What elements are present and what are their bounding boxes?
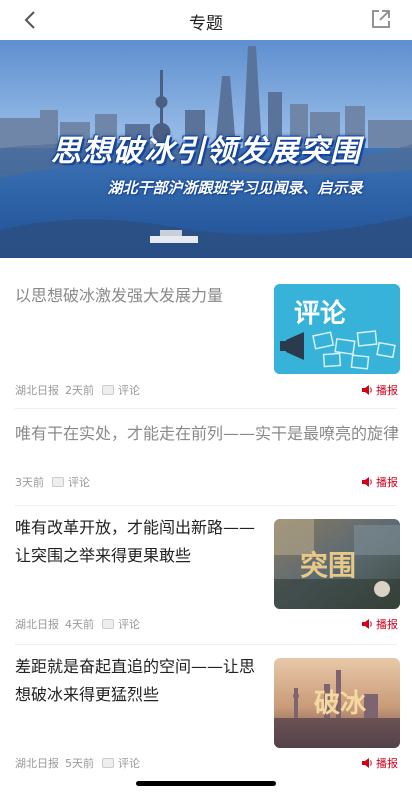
speaker-icon: [362, 477, 372, 487]
article-thumbnail[interactable]: 评论: [274, 284, 400, 374]
comment-label[interactable]: 评论: [118, 755, 140, 771]
svg-text:破冰: 破冰: [314, 689, 367, 719]
speaker-icon: [362, 619, 372, 629]
article-meta: 3天前 评论: [15, 475, 96, 489]
share-icon: [372, 10, 390, 28]
article-thumbnail[interactable]: 突围: [274, 519, 400, 609]
article-source: 湖北日报: [15, 384, 59, 397]
broadcast-label: 播报: [376, 757, 398, 770]
comment-icon[interactable]: [102, 619, 114, 629]
broadcast-button[interactable]: 播报: [361, 475, 398, 489]
breakthrough-thumbnail-image: 突围: [274, 519, 400, 609]
article-source: 湖北日报: [15, 757, 59, 770]
divider: [15, 505, 397, 506]
divider: [15, 644, 397, 645]
comment-label[interactable]: 评论: [118, 616, 140, 632]
broadcast-button[interactable]: 播报: [361, 756, 398, 770]
article-thumbnail[interactable]: 破冰: [274, 658, 400, 748]
article-time: 3天前: [15, 476, 44, 489]
article-title[interactable]: 以思想破冰激发强大发展力量: [15, 282, 260, 310]
article-time: 5天前: [65, 757, 94, 770]
top-navbar: 专题: [0, 0, 412, 40]
comment-icon[interactable]: [102, 385, 114, 395]
article-meta: 湖北日报 2天前 评论: [15, 383, 146, 397]
article-title[interactable]: 唯有改革开放，才能闯出新路——让突围之举来得更果敢些: [15, 514, 260, 570]
svg-text:评论: 评论: [294, 299, 347, 329]
article-title[interactable]: 唯有干在实处，才能走在前列——实干是最嘹亮的旋律: [15, 420, 400, 448]
article-time: 2天前: [65, 384, 94, 397]
article-time: 4天前: [65, 618, 94, 631]
banner-subtitle: 湖北干部沪浙跟班学习见闻录、启示录: [107, 179, 363, 197]
ice-breaking-thumbnail-image: 破冰: [274, 658, 400, 748]
banner-title: 思想破冰引领发展突围: [51, 134, 361, 169]
divider: [15, 408, 397, 409]
article-meta: 湖北日报 5天前 评论: [15, 756, 146, 770]
broadcast-label: 播报: [376, 618, 398, 631]
comment-icon[interactable]: [52, 477, 64, 487]
share-button[interactable]: [370, 8, 394, 32]
comment-label[interactable]: 评论: [68, 474, 90, 490]
svg-text:突围: 突围: [300, 549, 356, 582]
broadcast-label: 播报: [376, 476, 398, 489]
speaker-icon: [362, 758, 372, 768]
comment-icon[interactable]: [102, 758, 114, 768]
commentary-thumbnail-image: 评论: [274, 284, 400, 374]
page-title: 专题: [189, 14, 223, 34]
comment-label[interactable]: 评论: [118, 382, 140, 398]
home-indicator[interactable]: [136, 781, 276, 786]
article-meta: 湖北日报 4天前 评论: [15, 617, 146, 631]
broadcast-button[interactable]: 播报: [361, 617, 398, 631]
broadcast-button[interactable]: 播报: [361, 383, 398, 397]
article-source: 湖北日报: [15, 618, 59, 631]
speaker-icon: [362, 385, 372, 395]
article-title[interactable]: 差距就是奋起直追的空间——让思想破冰来得更猛烈些: [15, 653, 260, 709]
topic-banner[interactable]: 思想破冰引领发展突围 湖北干部沪浙跟班学习见闻录、启示录: [0, 40, 412, 258]
broadcast-label: 播报: [376, 384, 398, 397]
